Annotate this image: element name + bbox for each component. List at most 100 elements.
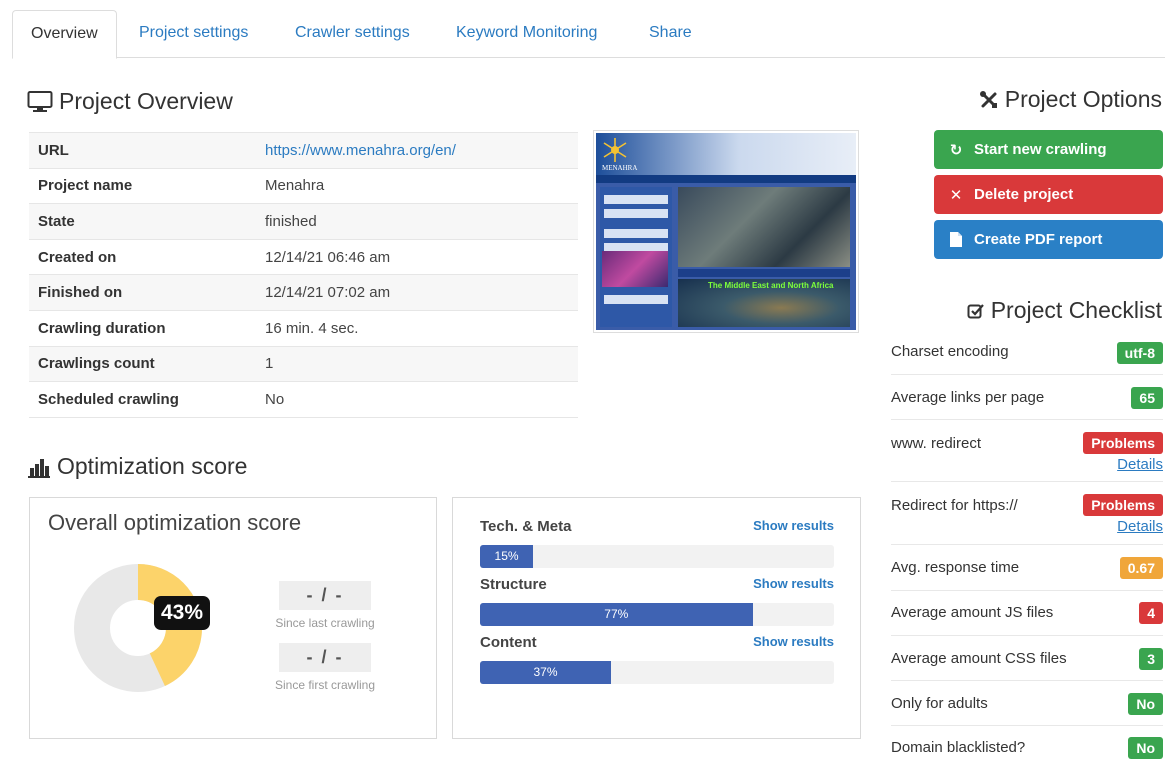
checklist-label: Average amount JS files [891, 604, 1054, 621]
row-key: Finished on [29, 274, 256, 311]
project-overview-table: URL https://www.menahra.org/en/ Project n… [29, 132, 578, 418]
details-link[interactable]: Details [1117, 518, 1163, 535]
delete-project-button[interactable]: ✕ Delete project [934, 175, 1163, 214]
status-badge: 65 [1131, 387, 1163, 409]
status-badge: No [1128, 737, 1163, 759]
row-value: No [256, 381, 578, 418]
site-logo-text: MENAHRA [602, 164, 638, 172]
show-results-link[interactable]: Show results [753, 518, 834, 533]
show-results-link[interactable]: Show results [753, 576, 834, 591]
checklist-label: Only for adults [891, 695, 988, 712]
row-value: 12/14/21 07:02 am [256, 274, 578, 311]
status-badge: 3 [1139, 648, 1163, 670]
row-key: URL [29, 132, 256, 169]
status-badge: No [1128, 693, 1163, 715]
progress-fill: 15% [480, 545, 534, 568]
file-icon [948, 232, 964, 247]
project-overview-title: Project Overview [59, 88, 233, 114]
checklist-item: Only for adults No [891, 681, 1163, 726]
checklist-item: Average amount JS files 4 [891, 591, 1163, 636]
row-value: finished [256, 203, 578, 240]
checklist-item: Average links per page 65 [891, 375, 1163, 420]
row-key: Project name [29, 167, 256, 204]
score-percent-badge: 43% [154, 596, 211, 630]
status-badge: Problems [1083, 494, 1163, 516]
start-new-crawling-button[interactable]: ↻ Start new crawling [934, 130, 1163, 169]
project-overview-heading: Project Overview [27, 88, 233, 115]
checklist-item: Redirect for https:// Problems Details [891, 482, 1163, 545]
progress-fill: 37% [480, 661, 611, 684]
status-badge: utf-8 [1116, 342, 1163, 364]
site-logo-icon [603, 138, 627, 162]
category-name: Content [480, 634, 537, 651]
tools-icon [979, 90, 999, 110]
table-row: Crawlings count 1 [29, 345, 578, 382]
tab-share[interactable]: Share [649, 10, 692, 59]
thumbnail-map-text: The Middle East and North Africa [708, 281, 834, 290]
progress-fill: 77% [480, 603, 753, 626]
status-badge: Problems [1083, 432, 1163, 454]
since-first-value: - / - [279, 643, 371, 672]
checkbox-icon [967, 302, 985, 320]
checklist-label: Domain blacklisted? [891, 739, 1026, 756]
since-first-label: Since first crawling [274, 678, 376, 692]
tab-crawler-settings[interactable]: Crawler settings [295, 10, 410, 59]
since-last-label: Since last crawling [275, 616, 375, 630]
row-value: 12/14/21 06:46 am [256, 238, 578, 275]
checklist-item: Average amount CSS files 3 [891, 636, 1163, 681]
thumbnail-strip [678, 269, 850, 277]
checklist-label: Redirect for https:// [891, 497, 1018, 514]
optimization-score-title: Optimization score [57, 453, 248, 479]
optimization-score-heading: Optimization score [27, 453, 247, 480]
checklist-label: Charset encoding [891, 343, 1009, 360]
thumbnail-nav [596, 175, 856, 183]
since-first-crawling: - / - Since first crawling [269, 643, 381, 692]
overall-score-card: Overall optimization score 43% - / - Sin… [29, 497, 437, 739]
table-row: Created on 12/14/21 06:46 am [29, 238, 578, 275]
details-link[interactable]: Details [1117, 456, 1163, 473]
table-row: Scheduled crawling No [29, 381, 578, 418]
thumbnail-map: The Middle East and North Africa [678, 279, 850, 327]
row-key: Crawlings count [29, 345, 256, 382]
table-row: Finished on 12/14/21 07:02 am [29, 274, 578, 311]
thumbnail-photo-small [602, 251, 668, 287]
row-value: 1 [256, 345, 578, 382]
table-row: Project name Menahra [29, 167, 578, 204]
row-value: Menahra [256, 167, 578, 204]
project-url-link[interactable]: https://www.menahra.org/en/ [265, 142, 456, 159]
row-key: Created on [29, 238, 256, 275]
row-key: Scheduled crawling [29, 381, 256, 418]
checklist-label: Average amount CSS files [891, 650, 1067, 667]
overall-score-title: Overall optimization score [48, 510, 302, 535]
thumbnail-image: MENAHRA The Middle East and North Africa [596, 133, 856, 330]
show-results-link[interactable]: Show results [753, 634, 834, 649]
progress-track: 77% [480, 603, 834, 626]
status-badge: 4 [1139, 602, 1163, 624]
checklist-item: Avg. response time 0.67 [891, 545, 1163, 591]
since-last-value: - / - [279, 581, 371, 610]
project-options-title: Project Options [1004, 86, 1162, 112]
project-checklist-title: Project Checklist [990, 297, 1162, 323]
since-last-crawling: - / - Since last crawling [269, 581, 381, 630]
row-value: 16 min. 4 sec. [256, 309, 578, 347]
category-scores-card: Tech. & Meta Show results 15% Structure … [452, 497, 861, 739]
tab-bar: Overview Project settings Crawler settin… [12, 10, 1165, 59]
category-name: Structure [480, 576, 547, 593]
bar-chart-icon [27, 456, 51, 478]
checklist-label: Avg. response time [891, 559, 1020, 576]
checklist-item: Charset encoding utf-8 [891, 331, 1163, 375]
create-pdf-report-button[interactable]: Create PDF report [934, 220, 1163, 259]
thumbnail-photo-main [678, 187, 850, 267]
tab-project-settings[interactable]: Project settings [139, 10, 248, 59]
refresh-icon: ↻ [949, 141, 963, 159]
tab-overview[interactable]: Overview [12, 10, 117, 59]
button-label: Start new crawling [974, 141, 1107, 158]
tab-keyword-monitoring[interactable]: Keyword Monitoring [456, 10, 597, 59]
checklist-label: www. redirect [891, 435, 982, 452]
website-screenshot-thumbnail[interactable]: MENAHRA The Middle East and North Africa [593, 130, 859, 333]
checklist-item: Domain blacklisted? No [891, 726, 1163, 760]
table-row: State finished [29, 203, 578, 240]
status-badge: 0.67 [1119, 557, 1163, 579]
close-icon: ✕ [949, 186, 963, 204]
checklist-label: Average links per page [891, 389, 1045, 406]
